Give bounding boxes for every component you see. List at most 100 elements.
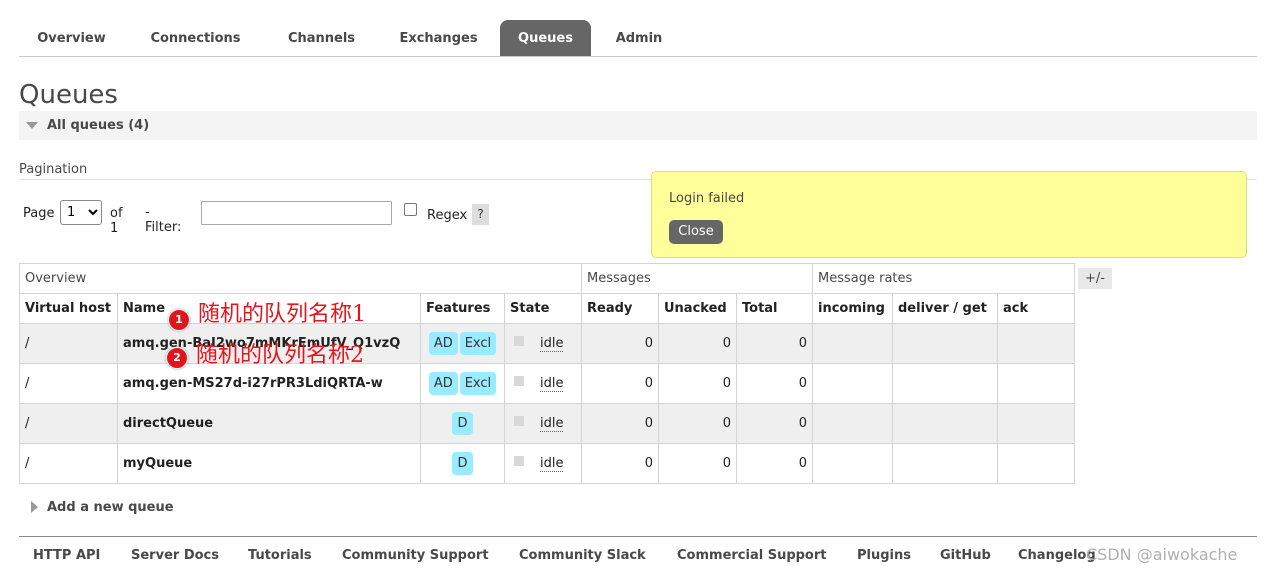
group-header-message-rates: Message rates (812, 263, 1075, 294)
vhost-cell: / (19, 403, 118, 444)
deliver-get-cell (892, 443, 998, 484)
footer-link-github[interactable]: GitHub (940, 548, 991, 563)
watermark: CSDN @aiwokache (1086, 545, 1238, 564)
incoming-cell (812, 363, 893, 404)
col-incoming[interactable]: incoming (812, 293, 893, 324)
annotation-text-2: 随机的队列名称2 (196, 343, 364, 368)
vhost-cell: / (19, 443, 118, 484)
state-indicator-icon (514, 376, 524, 386)
deliver-get-cell (892, 363, 998, 404)
queue-name-link[interactable]: myQueue (117, 443, 421, 484)
table-row: / directQueue D idle 0 0 0 (19, 403, 1075, 444)
vhost-cell: / (19, 323, 118, 364)
feature-badge-excl: Excl (459, 332, 497, 355)
ready-cell: 0 (581, 403, 659, 444)
feature-badge-d: D (452, 412, 473, 435)
queue-name-link[interactable]: directQueue (117, 403, 421, 444)
features-cell: D (420, 403, 505, 444)
feature-badge-d: D (452, 452, 473, 475)
state-indicator-icon (514, 336, 524, 346)
state-cell: idle (504, 323, 582, 364)
footer-link-changelog[interactable]: Changelog (1018, 548, 1096, 563)
group-header-overview: Overview (19, 263, 582, 294)
tab-queues[interactable]: Queues (500, 20, 591, 56)
annotation-marker-2: 2 (166, 347, 188, 369)
page-title: Queues (19, 80, 118, 110)
expand-triangle-icon (31, 501, 38, 513)
col-state[interactable]: State (504, 293, 582, 324)
state-cell: idle (504, 363, 582, 404)
state-label: idle (540, 456, 564, 472)
state-label: idle (540, 336, 564, 352)
incoming-cell (812, 323, 893, 364)
annotation-text-1: 随机的队列名称1 (198, 302, 366, 327)
unacked-cell: 0 (658, 323, 737, 364)
col-features[interactable]: Features (420, 293, 505, 324)
page-select[interactable]: 1 (60, 200, 102, 225)
login-failed-message: Login failed (669, 191, 745, 206)
filter-input[interactable] (201, 201, 392, 225)
add-queue-label: Add a new queue (47, 500, 174, 515)
col-total[interactable]: Total (736, 293, 813, 324)
total-cell: 0 (736, 363, 813, 404)
footer-link-plugins[interactable]: Plugins (857, 548, 911, 563)
deliver-get-cell (892, 323, 998, 364)
table-row: / myQueue D idle 0 0 0 (19, 443, 1075, 484)
col-ready[interactable]: Ready (581, 293, 659, 324)
unacked-cell: 0 (658, 403, 737, 444)
ready-cell: 0 (581, 443, 659, 484)
footer-link-tutorials[interactable]: Tutorials (248, 548, 312, 563)
deliver-get-cell (892, 403, 998, 444)
tab-exchanges[interactable]: Exchanges (381, 20, 496, 56)
unacked-cell: 0 (658, 363, 737, 404)
tab-overview[interactable]: Overview (19, 20, 124, 56)
tab-connections[interactable]: Connections (134, 20, 257, 56)
feature-badge-ad: AD (428, 332, 458, 355)
ack-cell (997, 443, 1075, 484)
state-cell: idle (504, 403, 582, 444)
regex-label: Regex (427, 208, 468, 223)
queue-name-link[interactable]: amq.gen-MS27d-i27rPR3LdiQRTA-w (117, 363, 421, 404)
table-row: / amq.gen-MS27d-i27rPR3LdiQRTA-w AD Excl … (19, 363, 1075, 404)
group-header-messages: Messages (581, 263, 813, 294)
all-queues-section-toggle[interactable]: All queues (4) (19, 111, 1257, 140)
col-virtual-host[interactable]: Virtual host (19, 293, 118, 324)
regex-checkbox[interactable] (404, 203, 417, 216)
feature-badge-excl: Excl (459, 372, 497, 395)
footer-link-commercial-support[interactable]: Commercial Support (677, 548, 827, 563)
total-cell: 0 (736, 443, 813, 484)
footer-link-server-docs[interactable]: Server Docs (131, 548, 219, 563)
footer-link-community-slack[interactable]: Community Slack (519, 548, 646, 563)
column-toggle-button[interactable]: +/- (1078, 268, 1112, 289)
ack-cell (997, 323, 1075, 364)
incoming-cell (812, 443, 893, 484)
vhost-cell: / (19, 363, 118, 404)
state-cell: idle (504, 443, 582, 484)
incoming-cell (812, 403, 893, 444)
close-button[interactable]: Close (669, 220, 723, 244)
footer-link-http-api[interactable]: HTTP API (33, 548, 100, 563)
tab-channels[interactable]: Channels (269, 20, 374, 56)
main-nav-tabs: Overview Connections Channels Exchanges … (19, 20, 1257, 57)
tab-admin[interactable]: Admin (601, 20, 677, 56)
col-unacked[interactable]: Unacked (658, 293, 737, 324)
queues-table: Overview Messages Message rates Virtual … (19, 263, 1075, 484)
total-cell: 0 (736, 403, 813, 444)
state-indicator-icon (514, 456, 524, 466)
col-ack[interactable]: ack (997, 293, 1075, 324)
page-count-label: of 1 (110, 206, 123, 236)
state-indicator-icon (514, 416, 524, 426)
ready-cell: 0 (581, 363, 659, 404)
features-cell: AD Excl (420, 323, 505, 364)
ack-cell (997, 403, 1075, 444)
filter-label: - Filter: (145, 205, 182, 235)
annotation-marker-1: 1 (168, 309, 190, 331)
state-label: idle (540, 416, 564, 432)
collapse-triangle-icon (26, 122, 38, 129)
ready-cell: 0 (581, 323, 659, 364)
col-deliver-get[interactable]: deliver / get (892, 293, 998, 324)
pagination-heading: Pagination (19, 162, 88, 177)
footer-link-community-support[interactable]: Community Support (342, 548, 489, 563)
ack-cell (997, 363, 1075, 404)
regex-help-button[interactable]: ? (472, 204, 489, 225)
